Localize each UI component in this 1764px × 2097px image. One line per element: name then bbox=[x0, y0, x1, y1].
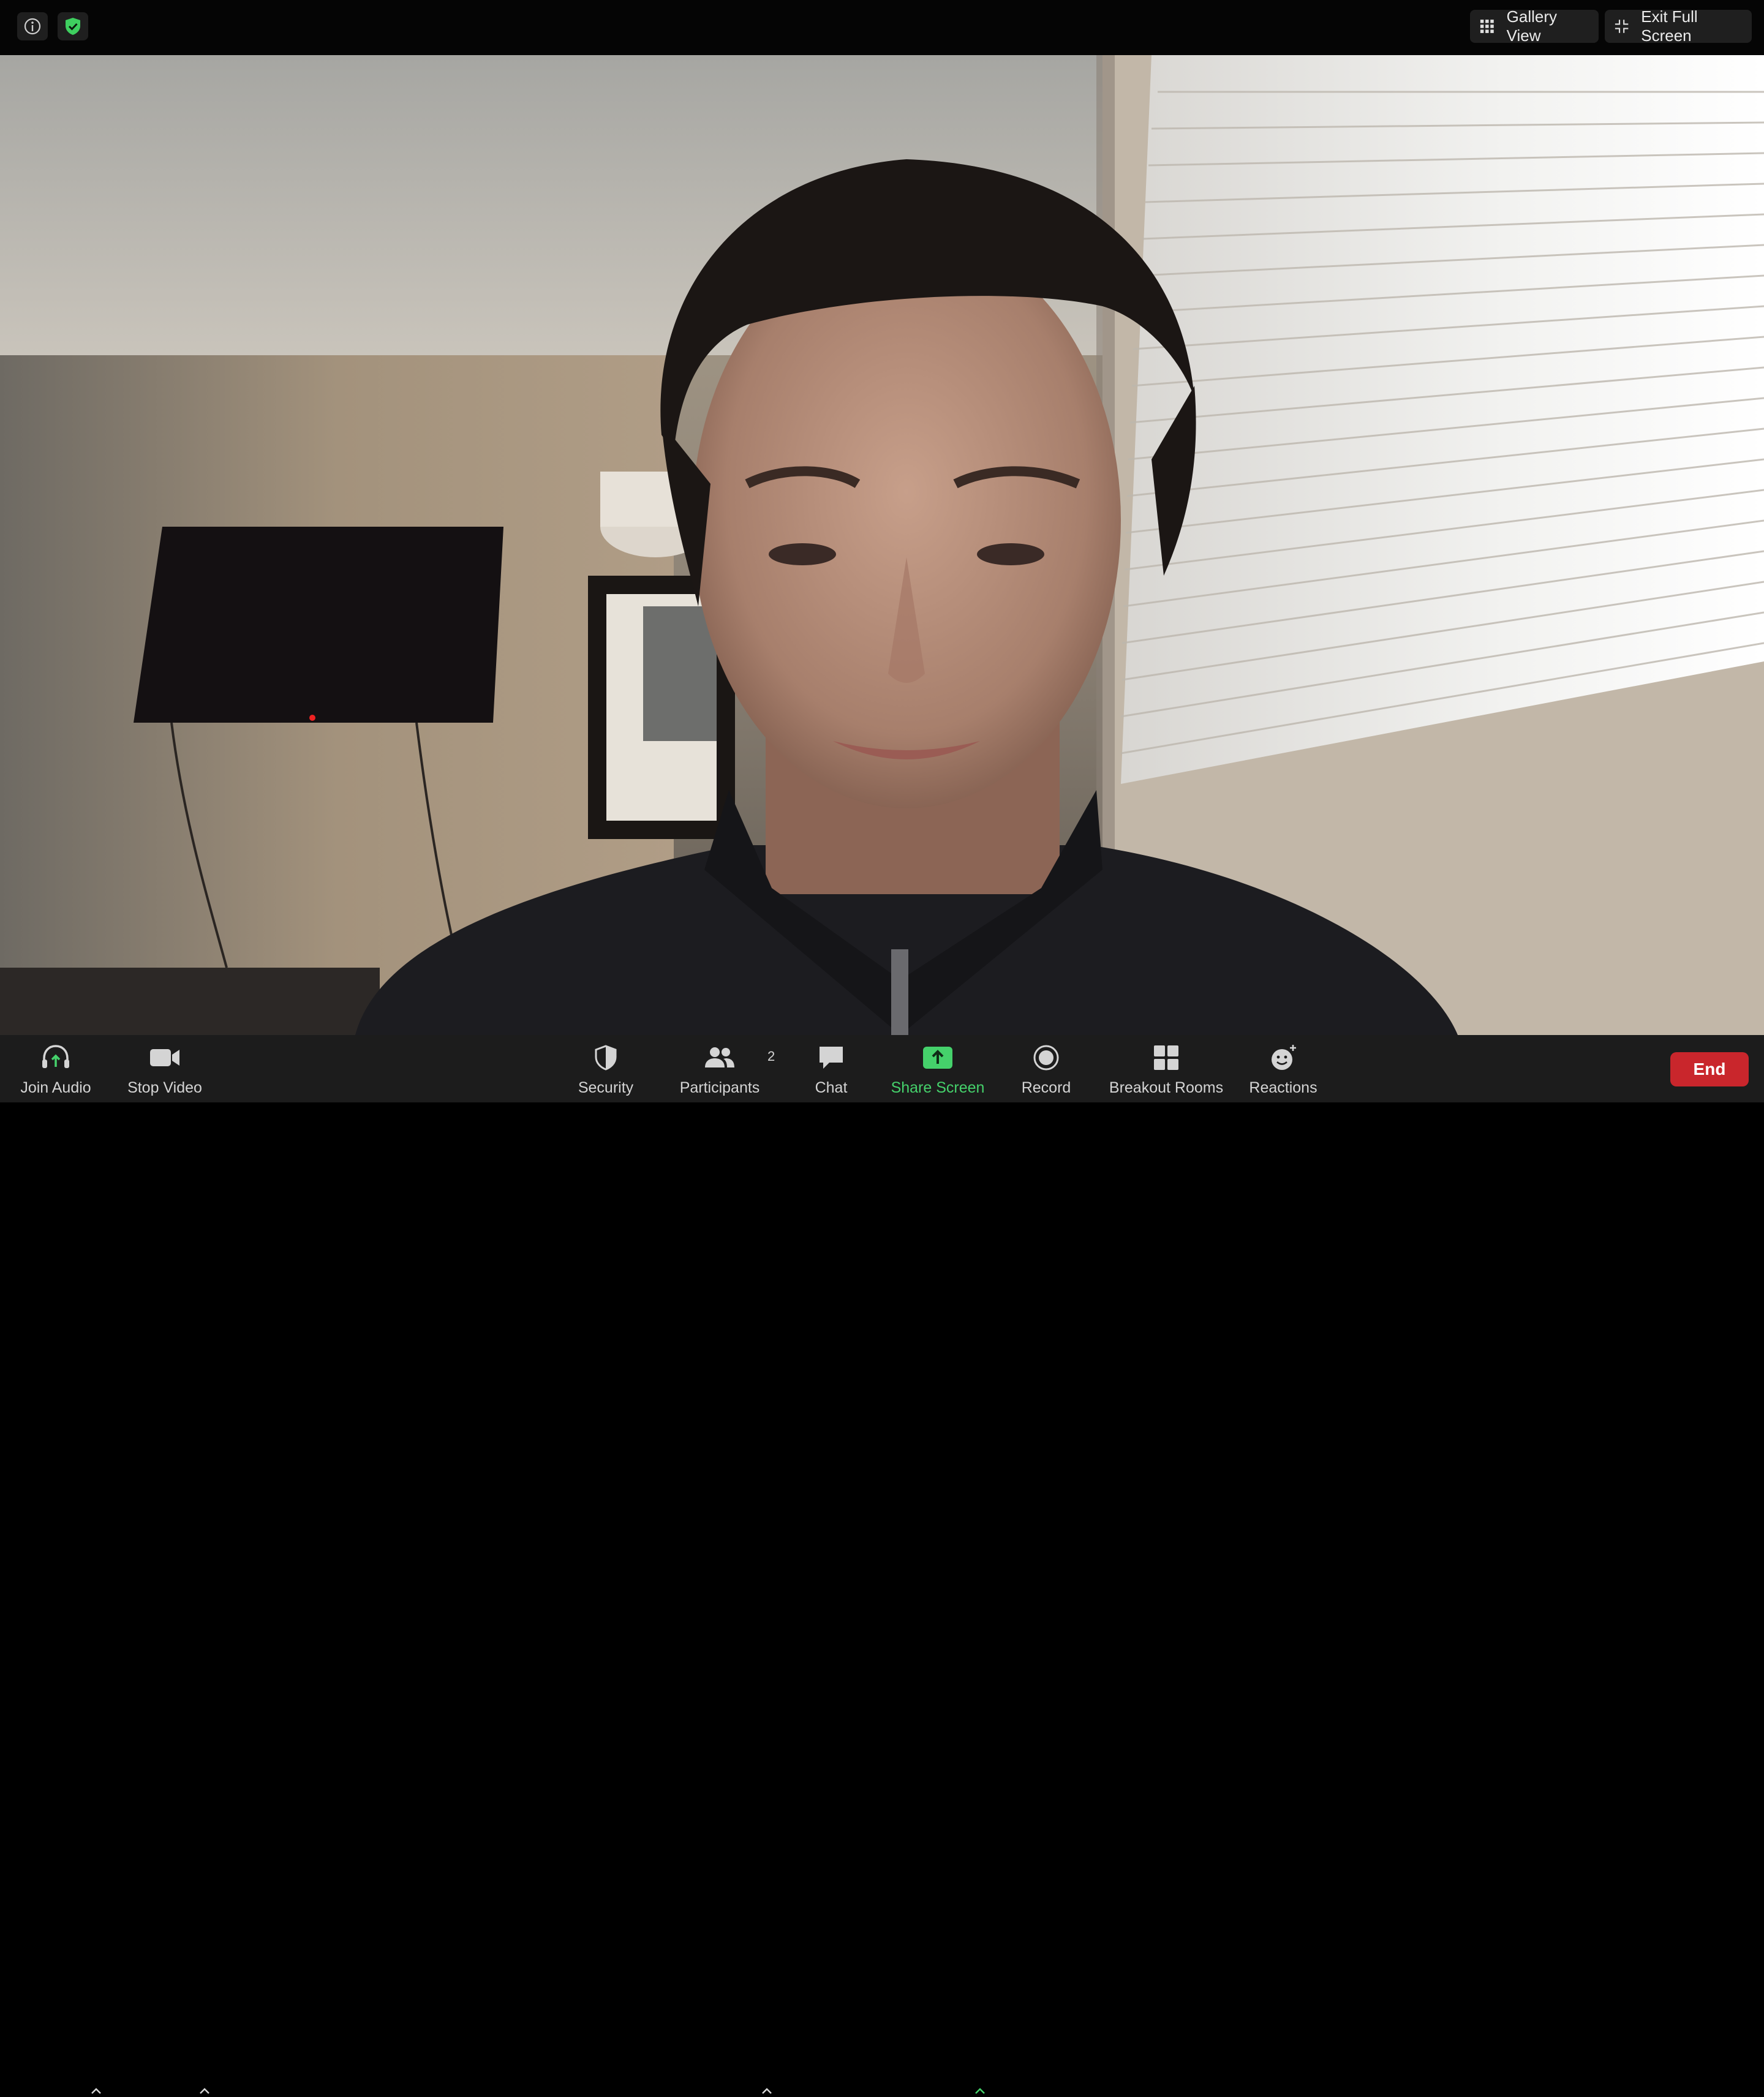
chevron-up-icon bbox=[91, 2088, 101, 2094]
breakout-rooms-label: Breakout Rooms bbox=[1109, 1079, 1224, 1096]
exit-fullscreen-icon bbox=[1615, 20, 1629, 33]
gallery-view-button[interactable]: Gallery View bbox=[1470, 7, 1599, 45]
breakout-rooms-button[interactable]: Breakout Rooms bbox=[1109, 1044, 1224, 1099]
exit-full-screen-button[interactable]: Exit Full Screen bbox=[1605, 7, 1752, 45]
top-bar: Gallery View Exit Full Screen bbox=[0, 0, 1764, 55]
meeting-info-button[interactable] bbox=[17, 12, 48, 40]
info-icon bbox=[24, 18, 41, 35]
chat-bubble-icon bbox=[820, 1047, 843, 1069]
reactions-button[interactable]: Reactions bbox=[1247, 1044, 1319, 1099]
share-screen-label: Share Screen bbox=[891, 1079, 985, 1096]
meeting-toolbar: Join Audio Stop Video Security 2 Partici… bbox=[0, 1035, 1764, 2094]
chat-button[interactable]: Chat bbox=[807, 1044, 856, 1099]
breakout-rooms-icon bbox=[1154, 1045, 1178, 1070]
chevron-up-icon bbox=[762, 2088, 772, 2094]
share-screen-icon bbox=[923, 1047, 952, 1069]
gallery-view-label: Gallery View bbox=[1506, 7, 1558, 45]
share-options-caret[interactable] bbox=[973, 2085, 987, 2097]
record-icon bbox=[1033, 1045, 1059, 1071]
reactions-label: Reactions bbox=[1249, 1079, 1317, 1096]
record-button[interactable]: Record bbox=[1017, 1044, 1076, 1099]
chevron-up-icon bbox=[200, 2088, 209, 2094]
participants-count: 2 bbox=[767, 1048, 775, 1064]
chat-label: Chat bbox=[815, 1079, 848, 1096]
participants-label: Participants bbox=[679, 1079, 760, 1096]
video-options-caret[interactable] bbox=[197, 2085, 212, 2097]
exit-full-screen-label: Exit Full Screen bbox=[1641, 7, 1698, 45]
shield-check-icon bbox=[66, 18, 80, 35]
grid-icon bbox=[1480, 20, 1494, 33]
join-audio-label: Join Audio bbox=[20, 1079, 91, 1096]
headphones-icon bbox=[42, 1045, 69, 1068]
join-audio-button[interactable]: Join Audio bbox=[18, 1044, 93, 1099]
end-meeting-button[interactable]: End bbox=[1670, 1052, 1749, 1086]
chevron-up-icon bbox=[975, 2088, 985, 2094]
security-button[interactable]: Security bbox=[570, 1044, 642, 1099]
video-camera-icon bbox=[150, 1049, 179, 1066]
participants-options-caret[interactable] bbox=[760, 2085, 774, 2097]
audio-options-caret[interactable] bbox=[89, 2085, 104, 2097]
stop-video-label: Stop Video bbox=[127, 1079, 202, 1096]
participant-video bbox=[0, 55, 1764, 1035]
share-screen-button[interactable]: Share Screen bbox=[889, 1044, 986, 1099]
shield-icon bbox=[595, 1045, 617, 1071]
people-icon bbox=[705, 1047, 734, 1067]
encryption-button[interactable] bbox=[58, 12, 88, 40]
stop-video-button[interactable]: Stop Video bbox=[123, 1044, 207, 1099]
video-frame-illustration bbox=[0, 55, 1764, 1035]
security-label: Security bbox=[578, 1079, 634, 1096]
record-label: Record bbox=[1021, 1079, 1071, 1096]
smiley-plus-icon bbox=[1272, 1045, 1296, 1070]
participants-button[interactable]: 2 Participants bbox=[674, 1044, 775, 1099]
